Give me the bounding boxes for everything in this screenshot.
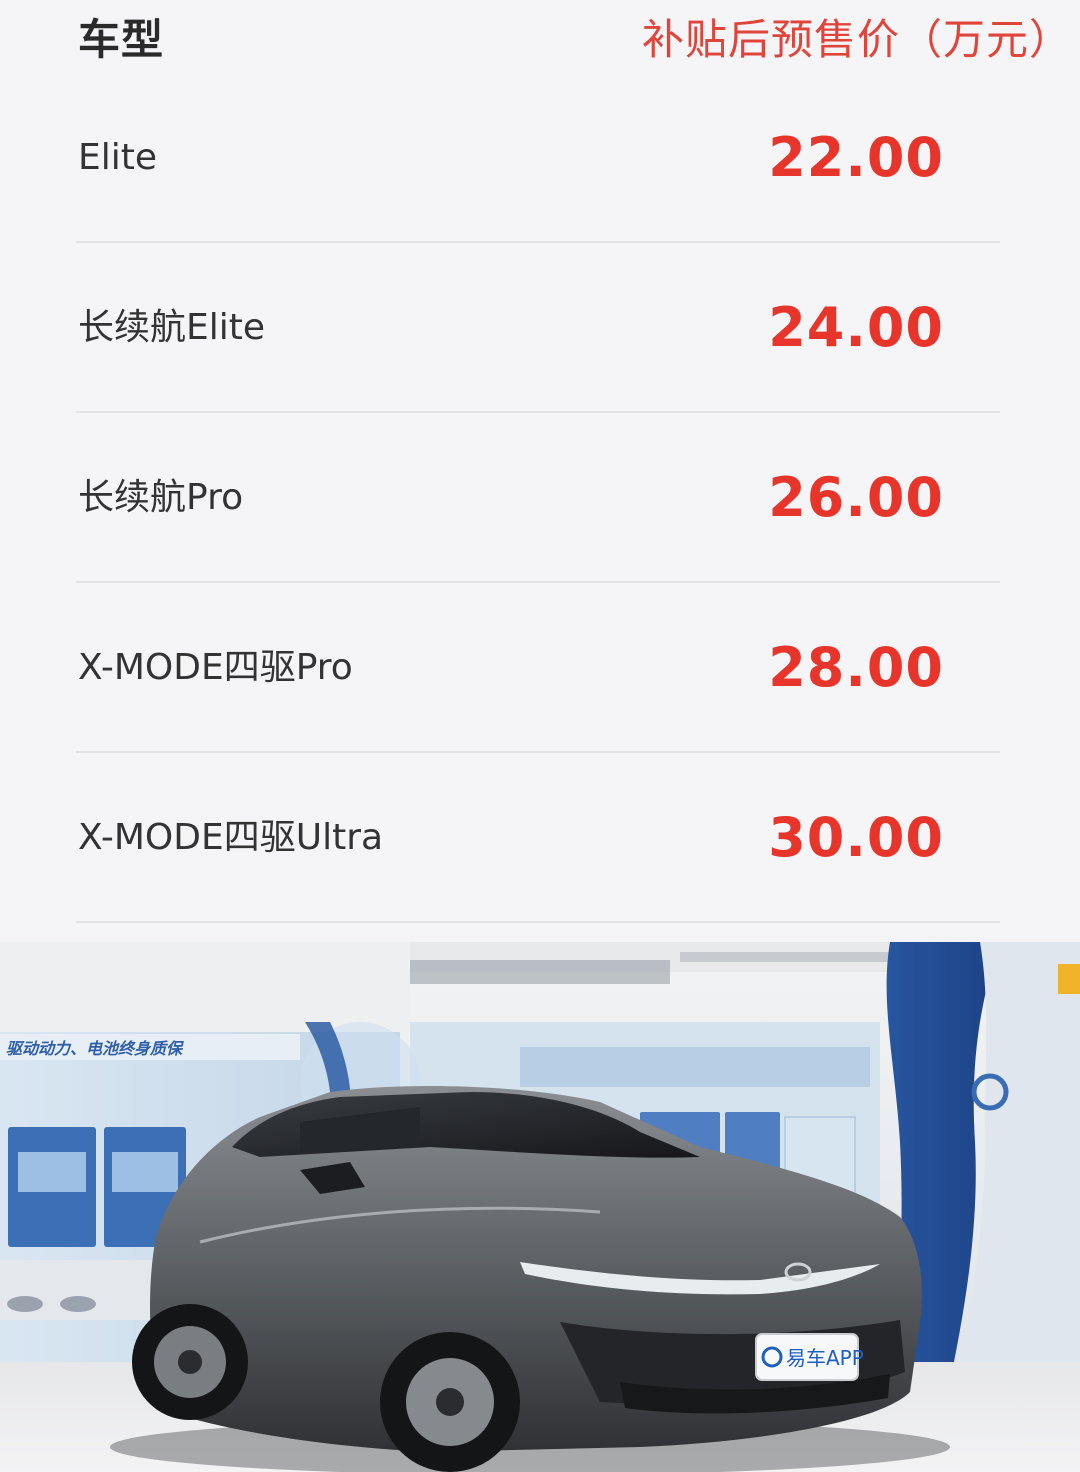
price-table: 车型 补贴后预售价（万元） Elite 22.00 长续航Elite 24.00… — [0, 0, 1080, 935]
car-showroom-photo: 驱动动力、电池终身质保 易车APP — [0, 942, 1080, 1472]
model-price: 22.00 — [768, 126, 944, 189]
model-price: 24.00 — [768, 296, 944, 359]
model-price: 28.00 — [768, 636, 944, 699]
model-name: Elite — [78, 137, 158, 178]
watermark-label: 易车APP — [786, 1346, 864, 1370]
header-price-label: 补贴后预售价（万元） — [641, 15, 1072, 64]
table-row: 长续航Pro 26.00 — [0, 413, 1080, 583]
model-price: 26.00 — [768, 466, 944, 529]
model-name: 长续航Elite — [78, 307, 266, 348]
table-row: X-MODE四驱Pro 28.00 — [0, 583, 1080, 753]
row-divider — [76, 921, 1000, 923]
model-price: 30.00 — [768, 806, 944, 869]
wall-slogan: 驱动动力、电池终身质保 — [6, 1039, 184, 1058]
header-model-label: 车型 — [78, 15, 165, 64]
table-row: X-MODE四驱Ultra 30.00 — [0, 753, 1080, 923]
table-row: Elite 22.00 — [0, 73, 1080, 243]
model-name: X-MODE四驱Ultra — [78, 817, 384, 858]
model-name: X-MODE四驱Pro — [78, 647, 353, 688]
model-name: 长续航Pro — [78, 477, 244, 518]
table-row: 长续航Elite 24.00 — [0, 243, 1080, 413]
